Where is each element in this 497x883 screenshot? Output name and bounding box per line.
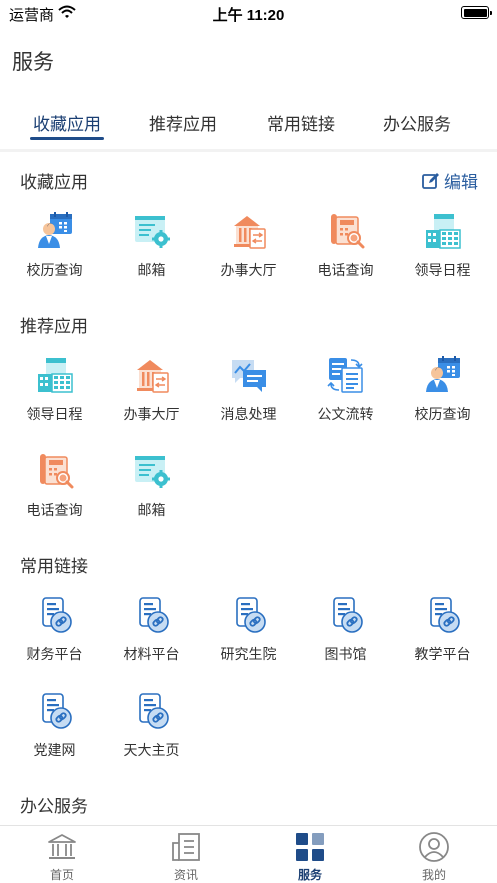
- link-document-icon: [36, 692, 74, 730]
- battery-icon: [461, 6, 492, 19]
- app-tile-phone[interactable]: 电话查询: [6, 452, 103, 538]
- tabbar-news[interactable]: 资讯: [124, 826, 248, 883]
- link-document-icon: [327, 596, 365, 634]
- status-bar: 运营商 上午 11:20: [0, 0, 497, 26]
- page-header: 服务 收藏应用 推荐应用 常用链接 办公服务: [0, 26, 497, 149]
- tabbar-services[interactable]: 服务: [248, 826, 372, 883]
- mailbox-gear-icon: [133, 452, 171, 490]
- link-tile[interactable]: 党建网: [6, 692, 103, 778]
- link-tile[interactable]: 财务平台: [6, 596, 103, 682]
- app-tile-document-flow[interactable]: 公文流转: [297, 356, 394, 442]
- app-tile-service-hall[interactable]: 办事大厅: [200, 212, 297, 298]
- link-tile[interactable]: 材料平台: [103, 596, 200, 682]
- app-tile-label: 领导日程: [26, 406, 83, 422]
- link-tile[interactable]: 教学平台: [394, 596, 491, 682]
- telephone-search-icon: [327, 212, 365, 250]
- link-tile[interactable]: 研究生院: [200, 596, 297, 682]
- edit-button[interactable]: 编辑: [422, 168, 478, 193]
- link-document-icon: [230, 596, 268, 634]
- page-title: 服务: [12, 51, 54, 74]
- link-tile-label: 研究生院: [220, 646, 277, 662]
- tab-office[interactable]: 办公服务: [369, 110, 465, 135]
- app-tile-messages[interactable]: 消息处理: [200, 356, 297, 442]
- news-icon: [172, 833, 200, 861]
- link-tile-label: 党建网: [33, 742, 76, 758]
- section-title-favorites: 收藏应用: [20, 173, 88, 192]
- calendar-person-icon: [424, 356, 462, 394]
- app-tile-calendar[interactable]: 校历查询: [6, 212, 103, 298]
- link-document-icon: [133, 692, 171, 730]
- bottom-tab-bar: 首页 资讯 服务 我的: [0, 825, 497, 883]
- app-tile-label: 电话查询: [26, 502, 83, 518]
- service-hall-icon: [133, 356, 171, 394]
- link-tile-label: 天大主页: [123, 742, 180, 758]
- app-tile-leader-schedule[interactable]: 领导日程: [394, 212, 491, 298]
- app-tile-label: 邮箱: [137, 262, 166, 278]
- link-document-icon: [424, 596, 462, 634]
- mailbox-gear-icon: [133, 212, 171, 250]
- service-hall-icon: [230, 212, 268, 250]
- tab-links[interactable]: 常用链接: [253, 110, 349, 135]
- grid-icon: [296, 833, 324, 861]
- app-tile-label: 办事大厅: [123, 406, 180, 422]
- app-tile-label: 公文流转: [317, 406, 374, 422]
- app-tile-label: 邮箱: [137, 502, 166, 518]
- link-tile-label: 图书馆: [324, 646, 367, 662]
- section-title-recommended: 推荐应用: [20, 317, 88, 336]
- section-title-office: 办公服务: [20, 797, 88, 816]
- edit-icon: [422, 172, 439, 189]
- app-tile-label: 消息处理: [220, 406, 277, 422]
- app-tile-leader-schedule[interactable]: 领导日程: [6, 356, 103, 442]
- document-flow-icon: [327, 356, 365, 394]
- service-list[interactable]: 收藏应用 编辑 校历查询 邮箱 办事大厅 电话查询 领导日程 推荐应用 领导日程…: [0, 152, 497, 825]
- tab-recommended[interactable]: 推荐应用: [135, 110, 231, 135]
- app-tile-label: 校历查询: [414, 406, 471, 422]
- message-chart-icon: [230, 356, 268, 394]
- tabbar-label: 资讯: [173, 868, 198, 882]
- tabbar-home[interactable]: 首页: [0, 826, 124, 883]
- app-tile-service-hall[interactable]: 办事大厅: [103, 356, 200, 442]
- app-tile-label: 办事大厅: [220, 262, 277, 278]
- app-tile-phone[interactable]: 电话查询: [297, 212, 394, 298]
- section-title-links: 常用链接: [20, 557, 88, 576]
- tab-favorites[interactable]: 收藏应用: [19, 110, 115, 135]
- tabbar-label: 首页: [49, 868, 74, 882]
- bank-icon: [48, 834, 76, 859]
- link-tile-label: 财务平台: [26, 646, 83, 662]
- link-tile[interactable]: 图书馆: [297, 596, 394, 682]
- edit-button-label: 编辑: [444, 173, 478, 192]
- link-tile-label: 材料平台: [123, 646, 180, 662]
- link-tile-label: 教学平台: [414, 646, 471, 662]
- app-tile-label: 电话查询: [317, 262, 374, 278]
- app-tile-mailbox[interactable]: 邮箱: [103, 212, 200, 298]
- tabbar-label: 服务: [297, 868, 322, 882]
- category-tabs: 收藏应用 推荐应用 常用链接 办公服务: [0, 110, 497, 149]
- active-tab-indicator: [30, 137, 104, 140]
- link-document-icon: [36, 596, 74, 634]
- calendar-person-icon: [36, 212, 74, 250]
- app-tile-label: 校历查询: [26, 262, 83, 278]
- user-icon: [419, 832, 449, 862]
- app-tile-label: 领导日程: [414, 262, 471, 278]
- app-tile-calendar[interactable]: 校历查询: [394, 356, 491, 442]
- leader-schedule-icon: [36, 356, 74, 394]
- link-tile[interactable]: 天大主页: [103, 692, 200, 778]
- tabbar-label: 我的: [421, 868, 446, 882]
- tabbar-profile[interactable]: 我的: [372, 826, 496, 883]
- app-tile-mailbox[interactable]: 邮箱: [103, 452, 200, 538]
- leader-schedule-icon: [424, 212, 462, 250]
- telephone-search-icon: [36, 452, 74, 490]
- link-document-icon: [133, 596, 171, 634]
- clock: 上午 11:20: [212, 7, 285, 24]
